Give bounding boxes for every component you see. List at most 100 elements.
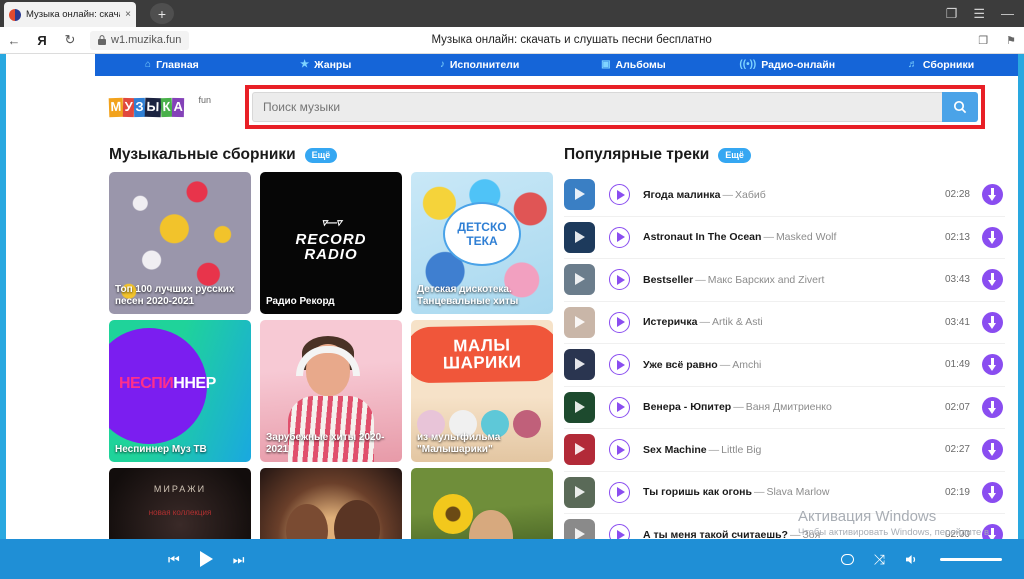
record-line2: RADIO [304,246,357,263]
track-title: Bestseller [643,274,693,286]
play-icon[interactable] [609,227,630,248]
separator: — [695,274,706,286]
logo-letter: З [134,97,145,116]
deti-bubble: ДЕТСКО ТЕКА [445,204,519,264]
bookmark-icon[interactable]: ⚑ [1006,34,1016,47]
separator: — [754,486,765,498]
album-caption: Зарубежные хиты 2020-2021 [266,432,396,456]
track-thumbnail [564,519,595,539]
download-icon[interactable] [982,482,1003,503]
play-icon[interactable] [200,551,213,567]
download-icon[interactable] [982,227,1003,248]
close-icon[interactable]: × [125,9,131,20]
track-thumbnail [564,349,595,380]
download-icon[interactable] [982,354,1003,375]
track-title: А ты меня такой считаешь? [643,529,788,539]
play-icon[interactable] [609,482,630,503]
search-input[interactable] [252,92,942,122]
track-duration: 02:13 [945,232,970,243]
track-label: Венера - Юпитер—Ваня Дмитриенко [643,401,945,413]
track-row[interactable]: А ты меня такой считаешь?—Зоя 02:00 [564,514,1005,539]
nav-item-radio[interactable]: ((•)) Радио-онлайн [710,54,864,76]
track-duration: 02:00 [945,529,970,539]
nav-item-collections[interactable]: ♬ Сборники [864,54,1018,76]
download-icon[interactable] [982,524,1003,539]
track-row[interactable]: Bestseller—Макс Барских and Zivert 03:43 [564,259,1005,302]
track-duration: 03:43 [945,274,970,285]
album-cover-art: ▿—▿ RECORD RADIO [260,172,402,314]
reader-icon[interactable]: ❐ [978,34,988,47]
nav-item-artists[interactable]: ♪ Исполнители [403,54,557,76]
search-button[interactable] [942,92,978,122]
track-duration: 02:27 [945,444,970,455]
track-row[interactable]: Ягода малинка—Хабиб 02:28 [564,174,1005,217]
yandex-logo-icon[interactable]: Я [28,33,56,48]
nav-label: Радио-онлайн [761,59,835,71]
nav-label: Главная [156,59,199,71]
play-icon[interactable] [609,354,630,375]
volume-slider[interactable] [940,558,1002,561]
track-thumbnail [564,307,595,338]
download-icon[interactable] [982,439,1003,460]
download-icon[interactable] [982,397,1003,418]
track-row[interactable]: Astronaut In The Ocean—Masked Wolf 02:13 [564,217,1005,260]
play-icon[interactable] [609,524,630,539]
search-row [252,92,978,122]
new-tab-button[interactable]: + [150,3,174,24]
album-card[interactable] [260,468,402,539]
track-list: Ягода малинка—Хабиб 02:28 Astronaut In T… [564,174,1005,539]
track-artist: Макс Барских and Zivert [708,274,825,286]
collections-icon[interactable]: ❐ [946,7,958,20]
album-card[interactable]: МИРАЖИ новая коллекция [109,468,251,539]
repeat-icon[interactable] [841,554,854,565]
track-row[interactable]: Sex Machine—Little Big 02:27 [564,429,1005,472]
album-card[interactable]: НЕСПИННЕР Неспиннер Муз ТВ [109,320,251,462]
window-controls: ❐ ☰ — [946,0,1020,27]
album-card[interactable]: Топ 100 лучших русских песен 2020-2021 [109,172,251,314]
nav-item-genres[interactable]: ★ Жанры [249,54,403,76]
reload-icon[interactable]: ↻ [56,32,84,48]
play-icon[interactable] [609,397,630,418]
flower-shape [433,494,473,534]
track-row[interactable]: Ты горишь как огонь—Slava Marlow 02:19 [564,472,1005,515]
logo-suffix: fun [198,95,211,105]
more-badge[interactable]: Ещё [305,148,338,163]
track-label: А ты меня такой считаешь?—Зоя [643,529,945,539]
minimize-icon[interactable]: — [1001,7,1014,20]
download-icon[interactable] [982,312,1003,333]
download-icon[interactable] [982,269,1003,290]
menu-icon[interactable]: ☰ [973,7,985,20]
download-icon[interactable] [982,184,1003,205]
album-card[interactable]: ▿—▿ RECORD RADIO Радио Рекорд [260,172,402,314]
play-icon[interactable] [609,269,630,290]
album-card[interactable]: ДЕТСКО ТЕКА Детская дискотека. Танцеваль… [411,172,553,314]
next-track-icon[interactable]: ⏭ [233,553,245,566]
more-badge[interactable]: Ещё [718,148,751,163]
site-header: М У З Ы К А fun [95,76,1018,138]
track-title: Венера - Юпитер [643,401,731,413]
back-icon[interactable]: ← [0,33,28,48]
home-icon: ⌂ [145,60,151,70]
volume-icon[interactable] [905,553,920,566]
url-box[interactable]: w1.muzika.fun [90,31,189,50]
album-card[interactable]: МАЛЫ ШАРИКИ из мультфильма "Малышарики" [411,320,553,462]
section-title: Популярные треки [564,146,709,164]
track-row[interactable]: Уже всё равно—Amchi 01:49 [564,344,1005,387]
radio-icon: ((•)) [739,60,756,70]
nav-item-home[interactable]: ⌂ Главная [95,54,249,76]
track-thumbnail [564,222,595,253]
browser-tab[interactable]: Музыка онлайн: скача × [4,2,136,27]
previous-track-icon[interactable]: ⏮ [168,553,180,566]
nav-item-albums[interactable]: ▣ Альбомы [556,54,710,76]
shuffle-icon[interactable]: ⤨ [874,551,885,568]
play-icon[interactable] [609,439,630,460]
address-bar-icons: ❐ ⚑ [978,34,1016,47]
album-card[interactable] [411,468,553,539]
album-card[interactable]: Зарубежные хиты 2020-2021 [260,320,402,462]
site-logo[interactable]: М У З Ы К А fun [109,98,213,117]
track-row[interactable]: Истеричка—Artik & Asti 03:41 [564,302,1005,345]
play-icon[interactable] [609,312,630,333]
album-caption: Радио Рекорд [266,296,396,308]
play-icon[interactable] [609,184,630,205]
track-row[interactable]: Венера - Юпитер—Ваня Дмитриенко 02:07 [564,387,1005,430]
